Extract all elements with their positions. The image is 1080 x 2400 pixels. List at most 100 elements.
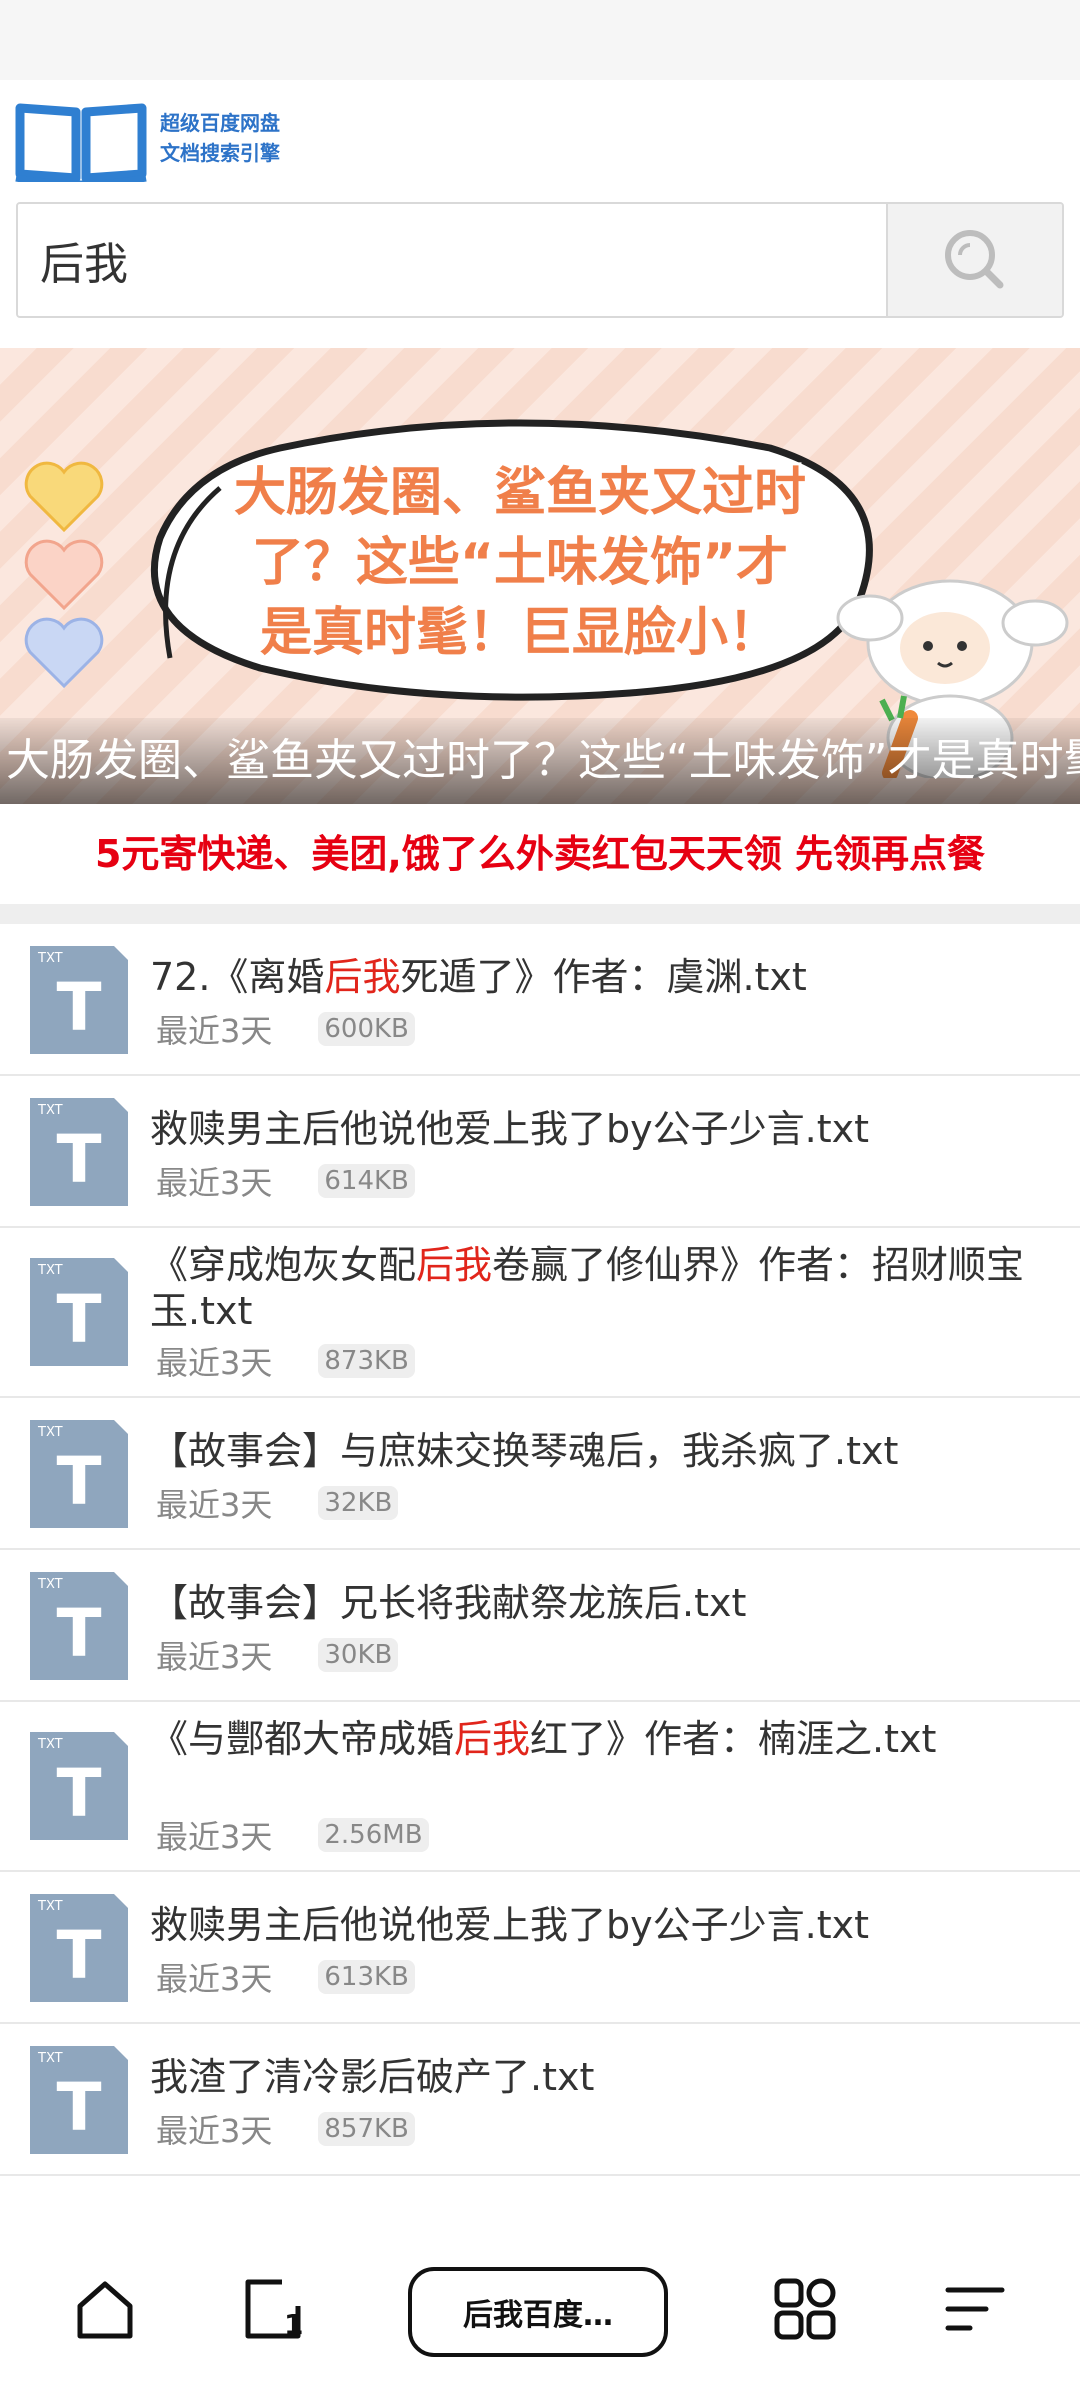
site-header: 超级百度网盘 文档搜索引擎 <box>0 80 1080 350</box>
tabs-count: 1 <box>284 2308 303 2341</box>
result-item[interactable]: TXT T 我渣了清冷影后破产了.txt 最近3天 857KB <box>0 2024 1080 2176</box>
result-date: 最近3天 <box>156 2112 273 2150</box>
result-title-pre: 我渣了清冷影后破产了.txt <box>150 2055 595 2099</box>
banner-headline-line-1: 大肠发圈、鲨鱼夹又过时 <box>233 463 806 523</box>
txt-file-icon: TXT T <box>30 946 128 1054</box>
ad-banner[interactable]: 大肠发圈、鲨鱼夹又过时 了？这些“土味发饰”才 是真时髦！巨显脸小！ 大肠发圈、… <box>0 348 1080 804</box>
result-title-highlight: 后我 <box>454 1717 531 1761</box>
result-item[interactable]: TXT T 《与酆都大帝成婚后我红了》作者：楠涯之.txt 最近3天 2.56MB <box>0 1702 1080 1872</box>
result-date: 最近3天 <box>156 1486 273 1524</box>
tabs-icon: 1 <box>245 2279 303 2341</box>
url-pill[interactable]: 后我百度… <box>408 2267 668 2357</box>
txt-file-icon: TXT T <box>30 1098 128 1206</box>
open-book-icon[interactable] <box>14 98 148 188</box>
search-icon <box>945 230 1004 289</box>
result-title[interactable]: 【故事会】与庶妹交换琴魂后，我杀疯了.txt <box>150 1428 1030 1474</box>
result-title-pre: 救赎男主后他说他爱上我了by公子少言.txt <box>150 1903 869 1947</box>
result-title-pre: 72.《离婚 <box>150 955 325 999</box>
result-meta: 最近3天 873KB <box>156 1338 415 1384</box>
logo-line-2: 文档搜索引擎 <box>160 141 280 165</box>
file-icon-letter: T <box>56 1917 101 1994</box>
result-title[interactable]: 我渣了清冷影后破产了.txt <box>150 2054 1030 2100</box>
browser-bottom-nav: 1 后我百度… <box>0 2212 1080 2400</box>
result-title-post: 死遁了》作者：虞渊.txt <box>400 955 807 999</box>
file-icon-label: TXT <box>37 2051 63 2066</box>
result-title-pre: 【故事会】与庶妹交换琴魂后，我杀疯了.txt <box>150 1429 899 1473</box>
result-size: 30KB <box>318 1638 399 1672</box>
file-icon-label: TXT <box>37 1103 63 1118</box>
file-icon-letter: T <box>56 1281 101 1358</box>
file-icon-label: TXT <box>37 1577 63 1592</box>
txt-file-icon: TXT T <box>30 2046 128 2154</box>
result-date: 最近3天 <box>156 1638 273 1676</box>
result-size: 614KB <box>318 1164 415 1198</box>
file-icon-letter: T <box>56 2069 101 2146</box>
result-meta: 最近3天 600KB <box>156 1006 415 1052</box>
result-title-pre: 《穿成炮灰女配 <box>150 1243 417 1287</box>
banner-caption: 大肠发圈、鲨鱼夹又过时了？这些“土味发饰”才是真时髦！巨显脸小！ <box>0 718 1080 804</box>
results-list: TXT T 72.《离婚后我死遁了》作者：虞渊.txt 最近3天 600KB TX… <box>0 924 1080 2176</box>
file-icon-letter: T <box>56 969 101 1046</box>
logo-text: 超级百度网盘 文档搜索引擎 <box>160 108 280 168</box>
txt-file-icon: TXT T <box>30 1894 128 2002</box>
result-size: 613KB <box>318 1960 415 1994</box>
result-item[interactable]: TXT T 救赎男主后他说他爱上我了by公子少言.txt 最近3天 613KB <box>0 1872 1080 2024</box>
result-meta: 最近3天 614KB <box>156 1158 415 1204</box>
file-icon-letter: T <box>56 1443 101 1520</box>
home-button[interactable] <box>70 2274 140 2344</box>
search-box <box>16 202 1064 318</box>
menu-button[interactable] <box>940 2274 1010 2344</box>
section-divider <box>0 904 1080 924</box>
result-title[interactable]: 救赎男主后他说他爱上我了by公子少言.txt <box>150 1902 1030 1948</box>
result-item[interactable]: TXT T 【故事会】兄长将我献祭龙族后.txt 最近3天 30KB <box>0 1550 1080 1702</box>
result-date: 最近3天 <box>156 1818 273 1856</box>
txt-file-icon: TXT T <box>30 1258 128 1366</box>
file-icon-label: TXT <box>37 1263 63 1278</box>
apps-grid-icon <box>774 2278 836 2340</box>
tabs-button[interactable]: 1 <box>238 2274 308 2344</box>
result-meta: 最近3天 30KB <box>156 1632 399 1678</box>
result-title-pre: 救赎男主后他说他爱上我了by公子少言.txt <box>150 1107 869 1151</box>
status-bar <box>0 0 1080 80</box>
result-meta: 最近3天 613KB <box>156 1954 415 2000</box>
promo-bar[interactable]: 5元寄快递、美团,饿了么外卖红包天天领 先领再点餐 <box>0 804 1080 904</box>
result-item[interactable]: TXT T 《穿成炮灰女配后我卷赢了修仙界》作者：招财顺宝玉.txt 最近3天 8… <box>0 1228 1080 1398</box>
result-date: 最近3天 <box>156 1164 273 1202</box>
txt-file-icon: TXT T <box>30 1420 128 1528</box>
result-meta: 最近3天 857KB <box>156 2106 415 2152</box>
result-title-pre: 【故事会】兄长将我献祭龙族后.txt <box>150 1581 747 1625</box>
banner-headline-line-2: 了？这些“土味发饰”才 <box>251 533 789 593</box>
result-size: 873KB <box>318 1344 415 1378</box>
promo-text[interactable]: 5元寄快递、美团,饿了么外卖红包天天领 先领再点餐 <box>95 832 985 876</box>
file-icon-letter: T <box>56 1121 101 1198</box>
result-title[interactable]: 《穿成炮灰女配后我卷赢了修仙界》作者：招财顺宝玉.txt <box>150 1242 1030 1334</box>
logo-line-1: 超级百度网盘 <box>160 111 280 135</box>
result-title-highlight: 后我 <box>416 1243 493 1287</box>
file-icon-letter: T <box>56 1595 101 1672</box>
menu-icon <box>945 2287 1005 2331</box>
search-input[interactable] <box>18 204 886 316</box>
result-meta: 最近3天 2.56MB <box>156 1812 429 1858</box>
result-title[interactable]: 《与酆都大帝成婚后我红了》作者：楠涯之.txt <box>150 1716 1030 1762</box>
banner-headline-line-3: 是真时髦！巨显脸小！ <box>259 603 780 663</box>
txt-file-icon: TXT T <box>30 1732 128 1840</box>
result-title[interactable]: 72.《离婚后我死遁了》作者：虞渊.txt <box>150 954 1030 1000</box>
search-button[interactable] <box>886 204 1062 316</box>
home-icon <box>77 2281 133 2339</box>
hearts-decoration <box>24 461 104 689</box>
file-icon-letter: T <box>56 1755 101 1832</box>
result-title[interactable]: 【故事会】兄长将我献祭龙族后.txt <box>150 1580 1030 1626</box>
result-date: 最近3天 <box>156 1344 273 1382</box>
result-meta: 最近3天 32KB <box>156 1480 399 1526</box>
apps-button[interactable] <box>770 2274 840 2344</box>
result-item[interactable]: TXT T 【故事会】与庶妹交换琴魂后，我杀疯了.txt 最近3天 32KB <box>0 1398 1080 1550</box>
result-title-post: 红了》作者：楠涯之.txt <box>530 1717 937 1761</box>
result-title[interactable]: 救赎男主后他说他爱上我了by公子少言.txt <box>150 1106 1030 1152</box>
result-size: 32KB <box>318 1486 399 1520</box>
result-size: 2.56MB <box>318 1818 429 1852</box>
result-item[interactable]: TXT T 72.《离婚后我死遁了》作者：虞渊.txt 最近3天 600KB <box>0 924 1080 1076</box>
result-item[interactable]: TXT T 救赎男主后他说他爱上我了by公子少言.txt 最近3天 614KB <box>0 1076 1080 1228</box>
result-title-pre: 《与酆都大帝成婚 <box>150 1717 455 1761</box>
file-icon-label: TXT <box>37 1425 63 1440</box>
result-title-highlight: 后我 <box>324 955 401 999</box>
